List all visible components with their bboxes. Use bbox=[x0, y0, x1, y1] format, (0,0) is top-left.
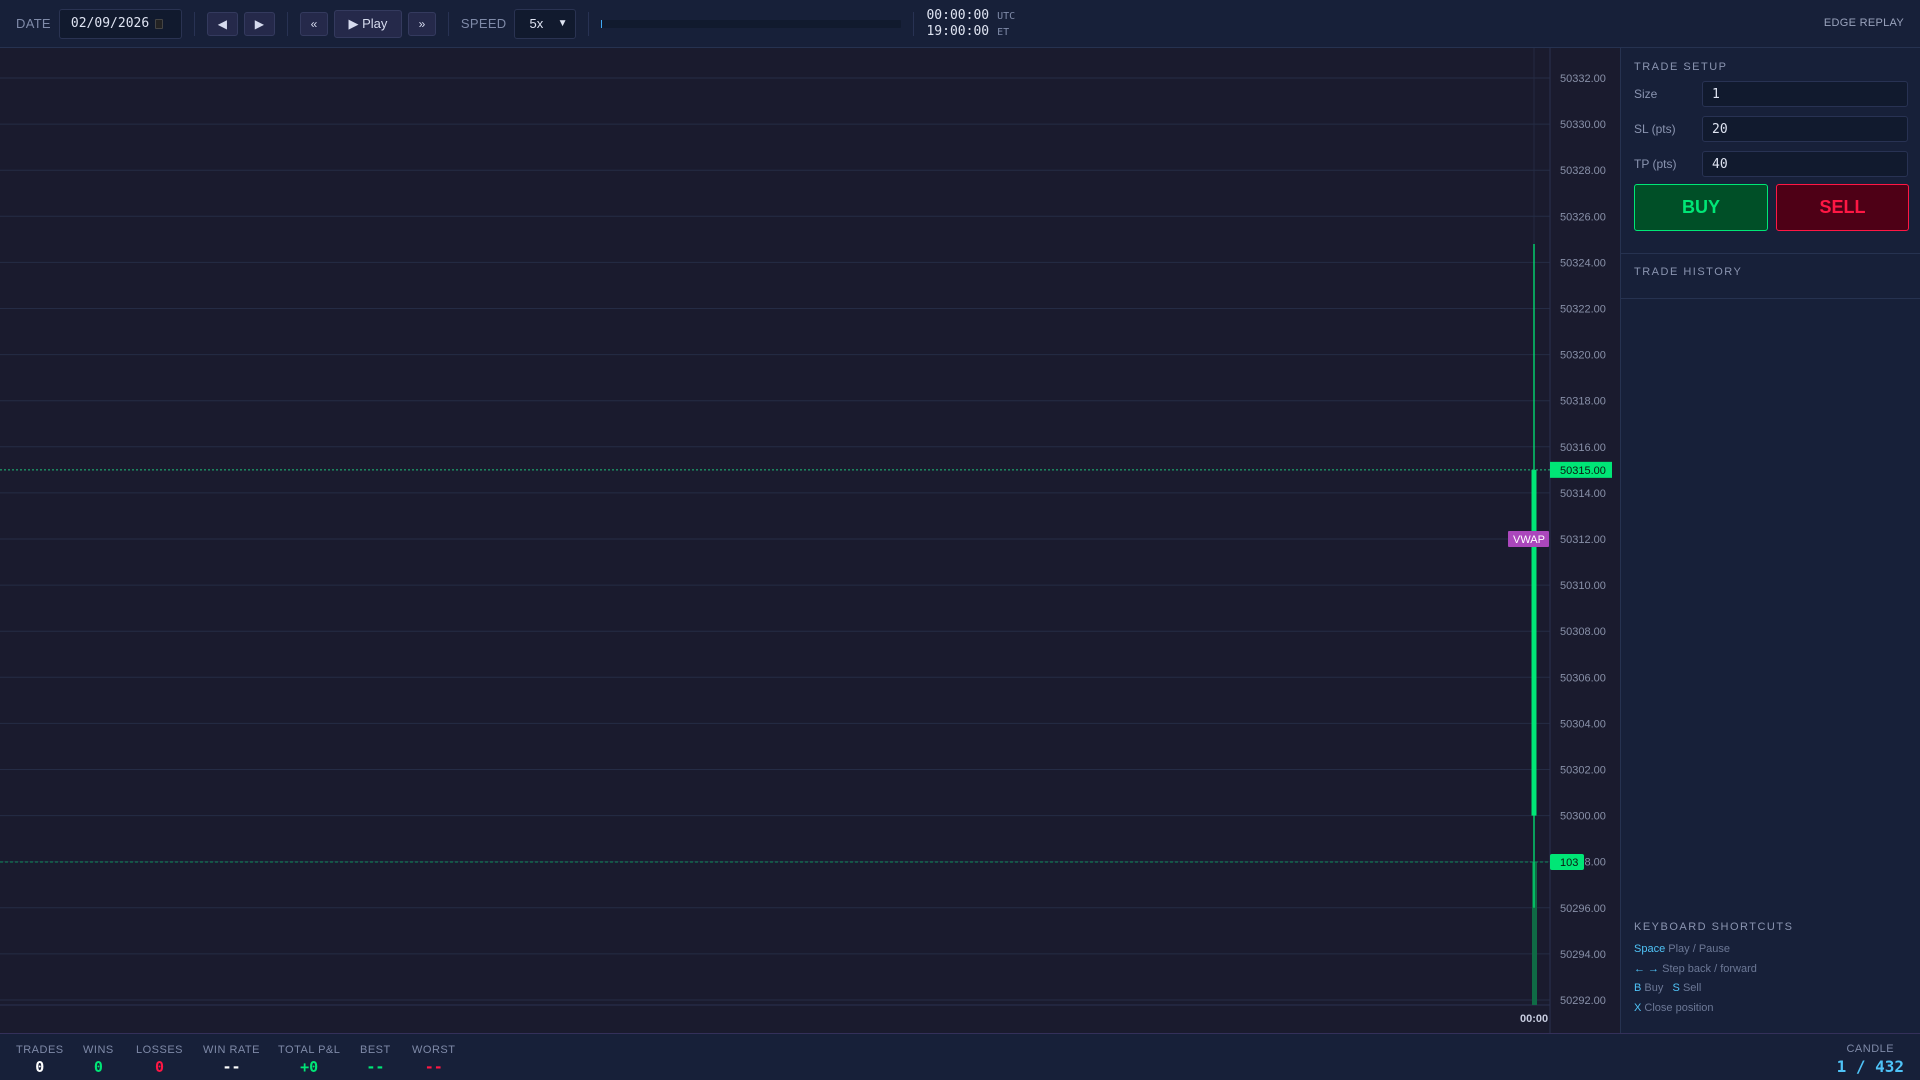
stat-value: +0 bbox=[300, 1058, 319, 1076]
candle-counter: CANDLE 1 / 432 bbox=[1837, 1043, 1904, 1076]
stat-total-p-l: TOTAL P&L +0 bbox=[278, 1044, 340, 1076]
stat-losses: LOSSES 0 bbox=[136, 1044, 183, 1076]
tp-input[interactable]: 40 bbox=[1702, 151, 1908, 177]
stat-value: 0 bbox=[35, 1058, 45, 1076]
time-tick-label: 00:00 bbox=[1520, 1013, 1548, 1025]
price-tick-label: 50316.00 bbox=[1560, 442, 1606, 454]
last-price-label: 50315.00 bbox=[1560, 465, 1606, 477]
sl-label: SL (pts) bbox=[1634, 122, 1676, 136]
stat-value: 0 bbox=[155, 1058, 165, 1076]
stat-value: 0 bbox=[93, 1058, 103, 1076]
chart-background bbox=[0, 48, 1620, 1033]
divider bbox=[588, 11, 590, 36]
side-panel: TRADE SETUP Size 1 SL (pts) 20 TP (pts) 40 … bbox=[1620, 48, 1920, 1033]
price-tick-label: 50324.00 bbox=[1560, 257, 1606, 269]
stat-value: -- bbox=[424, 1058, 443, 1076]
stat-label: TOTAL P&L bbox=[278, 1044, 341, 1056]
divider bbox=[193, 11, 195, 36]
utc-label: UTC bbox=[997, 10, 1016, 22]
speed-value: 5x bbox=[529, 16, 544, 31]
size-input[interactable]: 1 bbox=[1702, 81, 1908, 107]
stat-label: LOSSES bbox=[136, 1044, 184, 1056]
price-tick-label: 50294.00 bbox=[1560, 949, 1606, 961]
candle-counter-value: 1 / 432 bbox=[1836, 1057, 1904, 1076]
size-label: Size bbox=[1634, 87, 1658, 101]
speed-select[interactable]: 5x ▼ bbox=[514, 8, 577, 39]
price-tick-label: 50306.00 bbox=[1560, 672, 1606, 684]
divider bbox=[447, 11, 449, 36]
shortcut-play: Space Play / Pause bbox=[1634, 943, 1731, 955]
date-value: 02/09/2026 bbox=[70, 16, 150, 31]
step-back-button[interactable]: ◀ bbox=[206, 11, 238, 36]
divider bbox=[1621, 298, 1920, 299]
progress-fill bbox=[601, 19, 603, 28]
price-tick-label: 50308.00 bbox=[1560, 626, 1606, 638]
stat-label: BEST bbox=[360, 1044, 391, 1056]
tp-label: TP (pts) bbox=[1634, 157, 1677, 171]
candle-body bbox=[1531, 469, 1537, 816]
price-tick-label: 50318.00 bbox=[1560, 396, 1606, 408]
stat-worst: WORST -- bbox=[412, 1044, 455, 1076]
price-tick-label: 50312.00 bbox=[1560, 534, 1606, 546]
et-time: 19:00:00 bbox=[926, 23, 990, 39]
volume-label: 103 bbox=[1560, 857, 1578, 869]
date-input[interactable]: 02/09/2026 bbox=[58, 8, 182, 39]
sell-button[interactable]: SELL bbox=[1776, 184, 1909, 231]
stat-label: WINS bbox=[83, 1044, 114, 1056]
fast-forward-button[interactable]: » bbox=[407, 11, 436, 36]
stat-label: TRADES bbox=[16, 1044, 64, 1056]
price-tick-label: 50320.00 bbox=[1560, 350, 1606, 362]
price-tick-label: 50302.00 bbox=[1560, 765, 1606, 777]
stat-trades: TRADES 0 bbox=[16, 1044, 64, 1076]
vwap-label: VWAP bbox=[1513, 534, 1545, 546]
stat-label: WIN RATE bbox=[203, 1044, 260, 1056]
price-tick-label: 50332.00 bbox=[1560, 73, 1606, 85]
price-tick-label: 50304.00 bbox=[1560, 718, 1606, 730]
price-tick-label: 50314.00 bbox=[1560, 488, 1606, 500]
toolbar: DATE 02/09/2026 ◀ ▶ « ▶ Play » SPEED 5x ▼… bbox=[0, 0, 1920, 48]
shortcuts-title: KEYBOARD SHORTCUTS bbox=[1634, 921, 1794, 933]
stat-label: WORST bbox=[412, 1044, 456, 1056]
clock: 00:00:00 UTC 19:00:00 ET bbox=[926, 8, 1015, 40]
stat-win-rate: WIN RATE -- bbox=[203, 1044, 260, 1076]
stat-wins: WINS 0 bbox=[83, 1044, 114, 1076]
app-brand: EDGE REPLAY bbox=[1823, 17, 1904, 29]
shortcut-close: X Close position bbox=[1634, 1002, 1714, 1014]
calendar-icon[interactable] bbox=[155, 18, 164, 29]
speed-label: SPEED bbox=[460, 16, 507, 31]
play-button[interactable]: ▶ Play bbox=[333, 9, 402, 38]
price-chart[interactable]: 50332.00 50330.00 50328.00 50326.00 50324.00… bbox=[0, 48, 1620, 1033]
price-tick-label: 50322.00 bbox=[1560, 304, 1606, 316]
replay-progress-bar[interactable] bbox=[601, 19, 902, 28]
et-label: ET bbox=[997, 26, 1010, 38]
price-tick-label: 50292.00 bbox=[1560, 995, 1606, 1007]
candle-counter-label: CANDLE bbox=[1846, 1043, 1895, 1055]
price-tick-label: 50328.00 bbox=[1560, 165, 1606, 177]
stat-value: -- bbox=[366, 1058, 385, 1076]
price-tick-label: 50300.00 bbox=[1560, 811, 1606, 823]
rewind-button[interactable]: « bbox=[299, 11, 328, 36]
trade-history-title: TRADE HISTORY bbox=[1634, 266, 1743, 278]
date-label: DATE bbox=[16, 16, 51, 31]
stat-best: BEST -- bbox=[360, 1044, 391, 1076]
price-tick-label: 50326.00 bbox=[1560, 211, 1606, 223]
shortcut-buy-sell: B Buy S Sell bbox=[1634, 982, 1702, 994]
divider bbox=[1621, 253, 1920, 254]
stats-bar: TRADES 0 WINS 0 LOSSES 0 WIN RATE -- TOTAL P&L +0… bbox=[0, 1033, 1920, 1080]
utc-time: 00:00:00 bbox=[926, 7, 990, 23]
stat-value: -- bbox=[222, 1058, 241, 1076]
trade-setup-title: TRADE SETUP bbox=[1634, 61, 1728, 73]
shortcut-step: ← → Step back / forward bbox=[1634, 963, 1757, 975]
divider bbox=[913, 11, 915, 36]
buy-button[interactable]: BUY bbox=[1634, 184, 1768, 231]
price-tick-label: 50296.00 bbox=[1560, 903, 1606, 915]
price-tick-label: 50310.00 bbox=[1560, 580, 1606, 592]
chevron-down-icon: ▼ bbox=[557, 18, 568, 29]
divider bbox=[286, 11, 288, 36]
sl-input[interactable]: 20 bbox=[1702, 116, 1908, 142]
step-forward-button[interactable]: ▶ bbox=[243, 11, 275, 36]
price-tick-label: 50330.00 bbox=[1560, 119, 1606, 131]
